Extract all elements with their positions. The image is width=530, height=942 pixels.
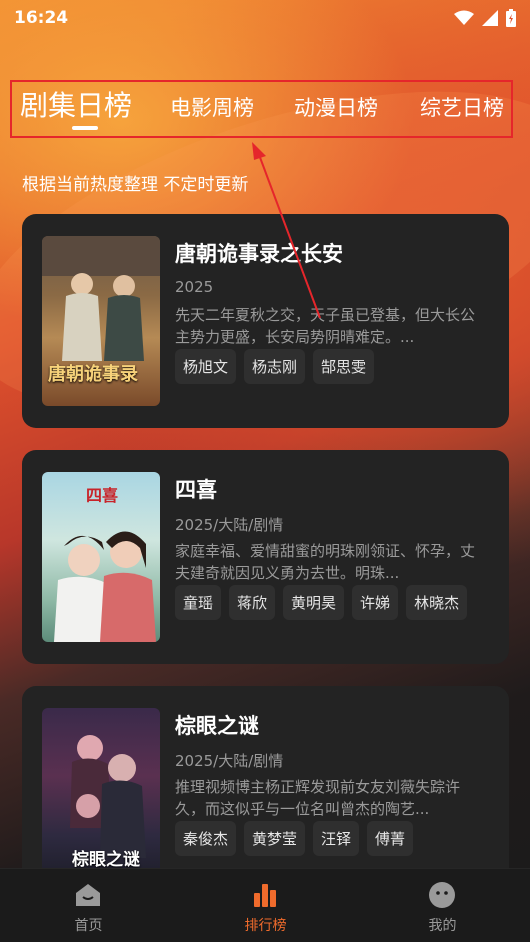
poster-title-text: 棕眼之谜: [72, 850, 140, 870]
cast-tag[interactable]: 秦俊杰: [175, 821, 237, 856]
bottom-navigation: 首页 排行榜 我的: [0, 868, 530, 942]
nav-ranking[interactable]: 排行榜: [177, 869, 354, 942]
home-icon: [76, 884, 100, 906]
card-description: 家庭幸福、爱情甜蜜的明珠刚领证、怀孕，丈夫建奇就因见义勇为去世。明珠...: [175, 542, 476, 582]
card-meta: 2025/大陆/剧情: [175, 752, 284, 770]
cast-tag[interactable]: 杨旭文: [175, 349, 237, 384]
tab-variety-daily[interactable]: 综艺日榜: [420, 92, 504, 122]
cast-tag[interactable]: 蒋欣: [229, 585, 276, 620]
profile-icon: [429, 882, 455, 908]
tab-indicator: [72, 126, 98, 130]
nav-profile[interactable]: 我的: [354, 869, 530, 942]
signal-icon: [482, 10, 498, 26]
cast-tags: 杨旭文 杨志刚 郜思雯: [175, 349, 375, 384]
card-description: 先天二年夏秋之交，天子虽已登基，但大长公主势力更盛，长安局势阴晴难定。...: [175, 306, 476, 346]
tab-movie-weekly[interactable]: 电影周榜: [170, 92, 254, 122]
ranking-subtitle: 根据当前热度整理 不定时更新: [22, 175, 249, 195]
cast-tags: 童瑶 蒋欣 黄明昊 许娣 林晓杰: [175, 585, 468, 620]
poster-image: 棕眼之谜: [42, 708, 160, 878]
card-title[interactable]: 四喜: [175, 474, 217, 504]
wifi-icon: [454, 10, 474, 25]
status-icons: [454, 9, 516, 27]
nav-profile-label: 我的: [428, 918, 457, 934]
ranking-card[interactable]: 唐朝诡事录 唐朝诡事录之长安 2025 先天二年夏秋之交，天子虽已登基，但大长公…: [22, 214, 509, 428]
poster-title-text: 四喜: [86, 486, 119, 505]
poster-title-text: 唐朝诡事录: [48, 364, 138, 385]
poster-image: 唐朝诡事录: [42, 236, 160, 406]
nav-home-label: 首页: [74, 918, 103, 934]
cast-tag[interactable]: 傅菁: [367, 821, 414, 856]
cast-tag[interactable]: 许娣: [352, 585, 399, 620]
card-title[interactable]: 棕眼之谜: [175, 710, 259, 740]
cast-tag[interactable]: 黄明昊: [283, 585, 345, 620]
cast-tag[interactable]: 林晓杰: [406, 585, 468, 620]
ranking-card[interactable]: 四喜 四喜 2025/大陆/剧情 家庭幸福、爱情甜蜜的明珠刚领证、怀孕，丈夫建奇…: [22, 450, 509, 664]
nav-home[interactable]: 首页: [0, 869, 177, 942]
card-meta: 2025: [175, 278, 214, 296]
nav-ranking-label: 排行榜: [244, 918, 287, 934]
tab-drama-daily[interactable]: 剧集日榜: [20, 84, 132, 124]
cast-tags: 秦俊杰 黄梦莹 汪铎 傅菁: [175, 821, 414, 856]
ranking-icon: [254, 884, 276, 907]
cast-tag[interactable]: 黄梦莹: [244, 821, 306, 856]
status-bar: 16:24: [0, 0, 530, 36]
card-title[interactable]: 唐朝诡事录之长安: [175, 238, 343, 268]
status-time: 16:24: [14, 8, 69, 28]
battery-icon: [506, 9, 516, 27]
cast-tag[interactable]: 童瑶: [175, 585, 222, 620]
tab-anime-daily[interactable]: 动漫日榜: [294, 92, 378, 122]
card-description: 推理视频博主杨正辉发现前女友刘薇失踪许久，而这似乎与一位名叫曾杰的陶艺...: [175, 778, 461, 818]
cast-tag[interactable]: 汪铎: [313, 821, 360, 856]
poster-image: 四喜: [42, 472, 160, 642]
cast-tag[interactable]: 郜思雯: [313, 349, 375, 384]
cast-tag[interactable]: 杨志刚: [244, 349, 306, 384]
card-meta: 2025/大陆/剧情: [175, 516, 284, 534]
